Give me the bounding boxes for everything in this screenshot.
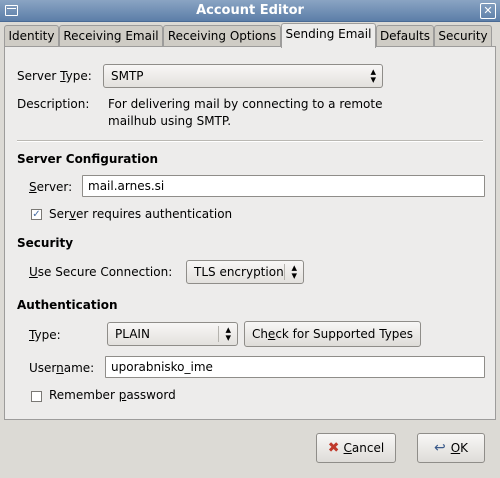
ok-icon: ↩ (433, 440, 446, 456)
spin-arrows-icon: ▴ ▾ (370, 65, 376, 86)
auth-type-label: Type: (29, 328, 61, 342)
tab-receiving-email[interactable]: Receiving Email (59, 25, 163, 47)
tab-security[interactable]: Security (434, 25, 492, 47)
check-supported-types-button[interactable]: Check for Supported Types (244, 321, 421, 347)
secure-connection-select[interactable]: TLS encryption ▴ ▾ (186, 260, 304, 284)
tab-identity[interactable]: Identity (4, 25, 59, 47)
server-label: Server: (29, 180, 73, 194)
server-configuration-heading: Server Configuration (17, 152, 159, 166)
server-input-field[interactable] (83, 176, 484, 196)
tab-defaults[interactable]: Defaults (376, 25, 434, 47)
secure-connection-label: Use Secure Connection: (29, 265, 173, 279)
username-input-field[interactable] (106, 357, 484, 377)
divider (17, 140, 483, 142)
security-heading: Security (17, 236, 74, 250)
username-label: Username: (29, 361, 95, 375)
window-title: Account Editor (196, 3, 304, 18)
server-input[interactable] (82, 175, 485, 197)
auth-type-select[interactable]: PLAIN ▴ ▾ (107, 322, 238, 346)
close-icon[interactable]: ✕ (480, 3, 496, 19)
authentication-heading: Authentication (17, 298, 118, 312)
requires-auth-label: Server requires authentication (49, 207, 233, 221)
title-bar: Account Editor ✕ (0, 0, 500, 22)
tab-bar: Identity Receiving Email Receiving Optio… (4, 23, 496, 48)
remember-password-checkbox[interactable] (31, 391, 42, 402)
username-input[interactable] (105, 356, 485, 378)
description-label: Description: (17, 97, 90, 111)
remember-password-label: Remember password (49, 388, 176, 402)
spin-arrows-icon: ▴ ▾ (291, 261, 297, 282)
requires-auth-checkbox[interactable]: ✓ (31, 209, 42, 220)
cancel-icon: ✖ (327, 440, 340, 456)
sending-email-panel: Server Type: SMTP ▴ ▾ Description: For de… (4, 46, 496, 420)
cancel-button[interactable]: ✖ Cancel (316, 433, 396, 463)
server-type-select[interactable]: SMTP ▴ ▾ (103, 64, 383, 88)
tab-sending-email[interactable]: Sending Email (281, 23, 376, 48)
tab-receiving-options[interactable]: Receiving Options (163, 25, 281, 47)
description-line-1: For delivering mail by connecting to a r… (108, 97, 383, 111)
spin-arrows-icon: ▴ ▾ (225, 323, 231, 344)
server-type-label: Server Type: (17, 69, 92, 83)
description-line-2: mailhub using SMTP. (108, 114, 232, 128)
ok-button[interactable]: ↩ OK (417, 433, 485, 463)
